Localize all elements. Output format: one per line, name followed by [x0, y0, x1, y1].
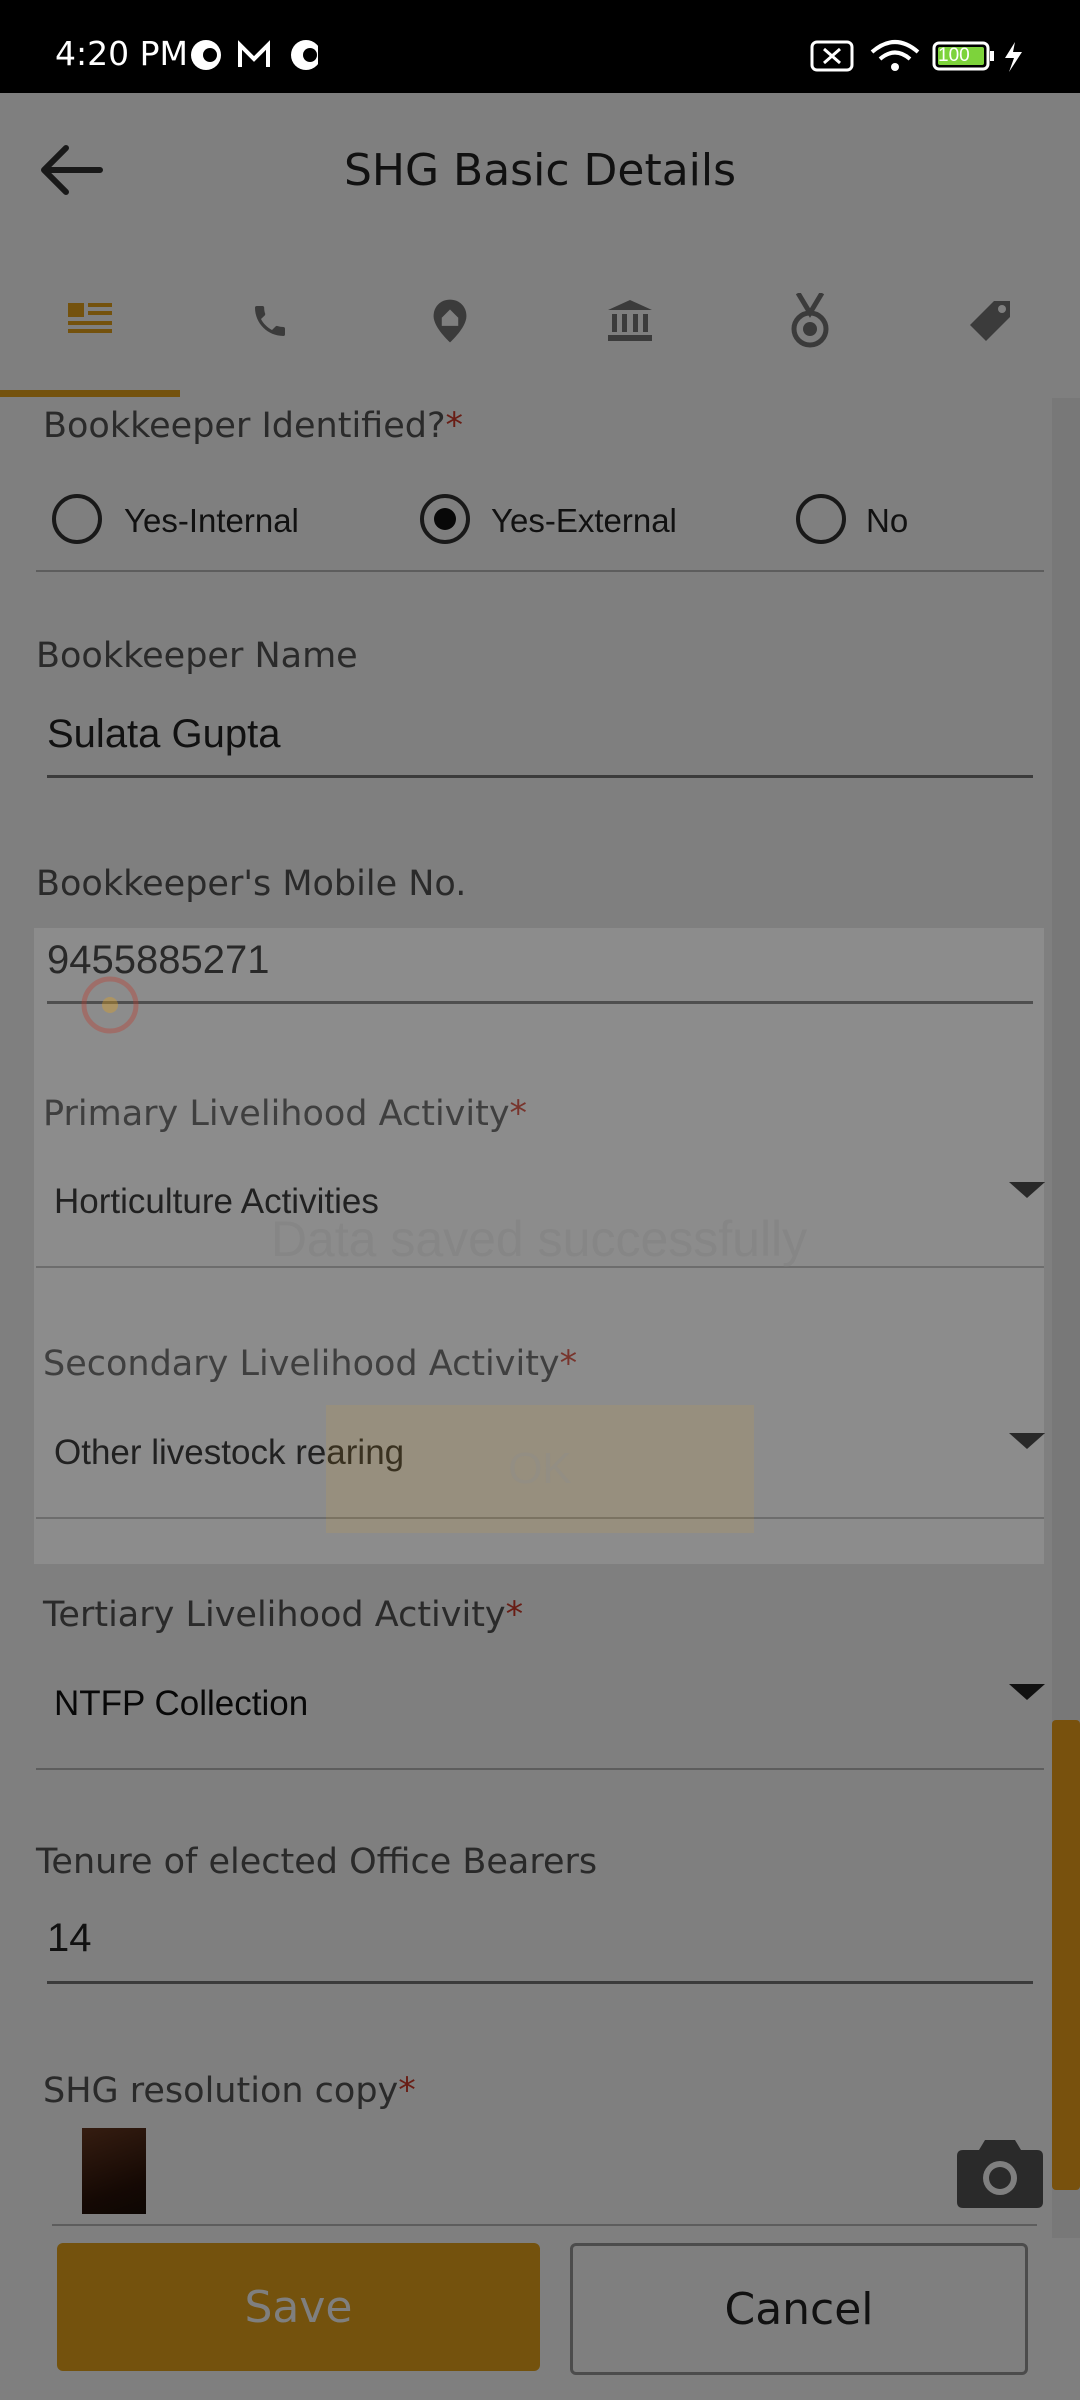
status-bar: 4:20 PM 100 [0, 0, 1080, 93]
status-time: 4:20 PM [55, 34, 188, 73]
dialog-ok-button[interactable]: OK [326, 1405, 754, 1533]
app-logo-icon [81, 976, 139, 1034]
system-status-icons [810, 40, 1022, 72]
notification-icons [191, 40, 318, 70]
dialog-message: Data saved successfully [270, 1211, 808, 1267]
battery-level: 100 [938, 45, 970, 66]
